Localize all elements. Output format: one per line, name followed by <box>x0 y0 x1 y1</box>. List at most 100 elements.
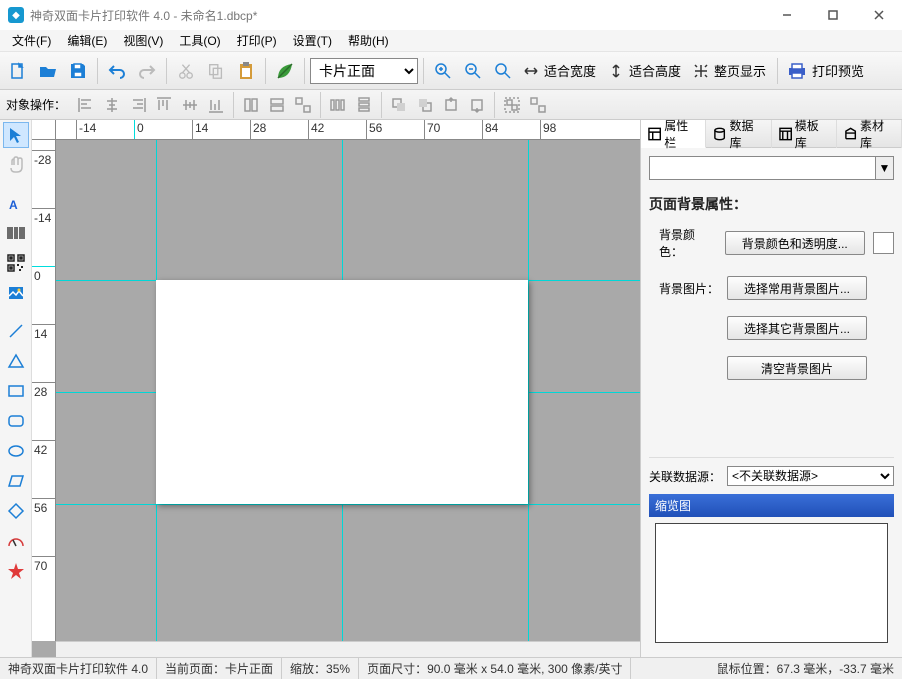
gauge-tool[interactable] <box>3 528 29 554</box>
new-icon[interactable] <box>4 57 32 85</box>
parallelogram-tool[interactable] <box>3 468 29 494</box>
bg-color-preview[interactable] <box>873 232 894 254</box>
fit-width-button[interactable]: 适合宽度 <box>519 61 602 80</box>
bg-color-button[interactable]: 背景颜色和透明度... <box>725 231 865 255</box>
image-tool[interactable] <box>3 280 29 306</box>
status-size: 页面尺寸：90.0 毫米 x 54.0 毫米, 300 像素/英寸 <box>359 658 631 679</box>
status-zoom: 缩放：35% <box>282 658 359 679</box>
right-panel: 属性栏 数据库 模板库 素材库 ▼ 页面背景属性： 背景颜色： 背景颜色和透明度… <box>640 120 902 657</box>
same-size-icon[interactable] <box>291 93 315 117</box>
bg-image-other-button[interactable]: 选择其它背景图片... <box>727 316 867 340</box>
diamond-tool[interactable] <box>3 498 29 524</box>
minimize-button[interactable] <box>764 0 810 30</box>
qrcode-tool[interactable] <box>3 250 29 276</box>
menu-settings[interactable]: 设置(T) <box>285 30 340 51</box>
align-center-v-icon[interactable] <box>178 93 202 117</box>
right-tabs: 属性栏 数据库 模板库 素材库 <box>641 120 902 148</box>
thumbnail-header: 缩览图 <box>649 494 894 517</box>
star-tool[interactable] <box>3 558 29 584</box>
ruler-corner <box>32 120 56 140</box>
roundrect-tool[interactable] <box>3 408 29 434</box>
window-title: 神奇双面卡片打印软件 4.0 - 未命名1.dbcp* <box>30 7 257 24</box>
menu-help[interactable]: 帮助(H) <box>340 30 397 51</box>
triangle-tool[interactable] <box>3 348 29 374</box>
redo-icon[interactable] <box>133 57 161 85</box>
paste-icon[interactable] <box>232 57 260 85</box>
bring-forward-icon[interactable] <box>439 93 463 117</box>
ruler-horizontal[interactable]: -14 0 14 28 42 56 70 84 98 <box>56 120 640 140</box>
zoom-reset-icon[interactable] <box>489 57 517 85</box>
align-right-icon[interactable] <box>126 93 150 117</box>
status-bar: 神奇双面卡片打印软件 4.0 当前页面：卡片正面 缩放：35% 页面尺寸：90.… <box>0 657 902 679</box>
datasource-select[interactable]: <不关联数据源> <box>727 466 894 486</box>
full-page-button[interactable]: 整页显示 <box>689 61 772 80</box>
status-page: 当前页面：卡片正面 <box>157 658 282 679</box>
guide-line <box>528 140 529 641</box>
cut-icon[interactable] <box>172 57 200 85</box>
leaf-icon[interactable] <box>271 57 299 85</box>
left-tool-palette: A <box>0 120 32 657</box>
align-left-icon[interactable] <box>74 93 98 117</box>
main-toolbar: 卡片正面 适合宽度 适合高度 整页显示 打印预览 <box>0 52 902 90</box>
tab-properties[interactable]: 属性栏 <box>641 120 706 148</box>
ungroup-icon[interactable] <box>526 93 550 117</box>
open-icon[interactable] <box>34 57 62 85</box>
card-side-select[interactable]: 卡片正面 <box>310 58 418 84</box>
text-tool[interactable]: A <box>3 190 29 216</box>
canvas-area[interactable]: -14 0 14 28 42 56 70 84 98 -28 -14 0 14 … <box>32 120 640 657</box>
distribute-h-icon[interactable] <box>326 93 350 117</box>
bg-image-label: 背景图片： <box>659 280 719 297</box>
distribute-v-icon[interactable] <box>352 93 376 117</box>
send-back-icon[interactable] <box>413 93 437 117</box>
chevron-down-icon[interactable]: ▼ <box>875 157 893 179</box>
fit-height-button[interactable]: 适合高度 <box>604 61 687 80</box>
tab-assets[interactable]: 素材库 <box>837 120 902 148</box>
print-preview-button[interactable]: 打印预览 <box>783 61 870 80</box>
ruler-vertical[interactable]: -28 -14 0 14 28 42 56 70 <box>32 140 56 641</box>
group-icon[interactable] <box>500 93 524 117</box>
workspace: A -14 0 14 28 42 56 70 84 98 -28 -14 <box>0 120 902 657</box>
same-width-icon[interactable] <box>239 93 263 117</box>
copy-icon[interactable] <box>202 57 230 85</box>
bg-image-clear-button[interactable]: 清空背景图片 <box>727 356 867 380</box>
align-bottom-icon[interactable] <box>204 93 228 117</box>
ellipse-tool[interactable] <box>3 438 29 464</box>
card-page[interactable] <box>156 280 528 504</box>
menu-print[interactable]: 打印(P) <box>229 30 285 51</box>
maximize-button[interactable] <box>810 0 856 30</box>
bring-front-icon[interactable] <box>387 93 411 117</box>
menu-view[interactable]: 视图(V) <box>115 30 171 51</box>
save-icon[interactable] <box>64 57 92 85</box>
tab-database[interactable]: 数据库 <box>706 120 771 148</box>
rectangle-tool[interactable] <box>3 378 29 404</box>
align-center-h-icon[interactable] <box>100 93 124 117</box>
zoom-in-icon[interactable] <box>429 57 457 85</box>
menu-bar: 文件(F) 编辑(E) 视图(V) 工具(O) 打印(P) 设置(T) 帮助(H… <box>0 30 902 52</box>
hand-tool[interactable] <box>3 152 29 178</box>
horizontal-scrollbar[interactable] <box>56 641 640 657</box>
align-top-icon[interactable] <box>152 93 176 117</box>
menu-tools[interactable]: 工具(O) <box>171 30 228 51</box>
object-ops-bar: 对象操作： <box>0 90 902 120</box>
bg-image-common-button[interactable]: 选择常用背景图片... <box>727 276 867 300</box>
ops-label: 对象操作： <box>6 96 66 113</box>
undo-icon[interactable] <box>103 57 131 85</box>
barcode-tool[interactable] <box>3 220 29 246</box>
svg-text:A: A <box>9 198 18 212</box>
line-tool[interactable] <box>3 318 29 344</box>
menu-edit[interactable]: 编辑(E) <box>59 30 115 51</box>
same-height-icon[interactable] <box>265 93 289 117</box>
thumbnail-preview <box>655 523 888 643</box>
bg-color-label: 背景颜色： <box>659 226 717 260</box>
zoom-out-icon[interactable] <box>459 57 487 85</box>
close-button[interactable] <box>856 0 902 30</box>
select-tool[interactable] <box>3 122 29 148</box>
object-select-combo[interactable]: ▼ <box>649 156 894 180</box>
canvas[interactable] <box>56 140 640 641</box>
tab-templates[interactable]: 模板库 <box>772 120 837 148</box>
send-backward-icon[interactable] <box>465 93 489 117</box>
menu-file[interactable]: 文件(F) <box>4 30 59 51</box>
status-mouse: 鼠标位置：67.3 毫米，-33.7 毫米 <box>709 658 902 679</box>
datasource-label: 关联数据源： <box>649 468 721 485</box>
app-icon: ◆ <box>8 7 24 23</box>
